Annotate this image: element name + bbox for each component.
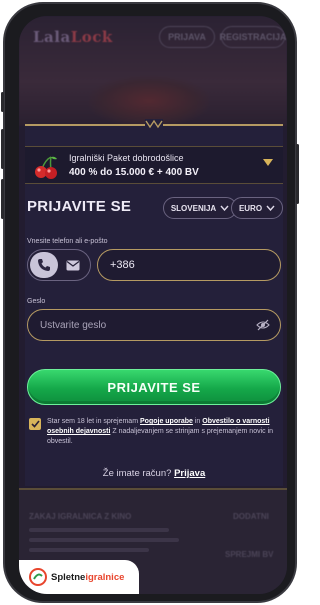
mail-icon [66, 260, 80, 270]
brand-watermark: Spletneigralnice [19, 560, 139, 594]
country-select[interactable]: SLOVENIJA [163, 197, 237, 219]
terms-checkbox[interactable] [29, 418, 41, 430]
submit-login-button[interactable]: PRIJAVITE SE [27, 369, 281, 405]
phone-toggle-button[interactable] [30, 252, 58, 278]
promo-value: 400 % do 15.000 € + 400 BV [69, 167, 199, 178]
currency-select[interactable]: EURO [231, 197, 283, 219]
account-question: Že imate račun? [102, 468, 172, 479]
header-register-button[interactable]: REGISTRACIJA [219, 26, 287, 48]
cherries-icon [35, 156, 57, 179]
brand-name: Spletneigralnice [51, 572, 124, 583]
chevron-down-icon [220, 203, 229, 213]
site-logo[interactable]: LalaLock [33, 28, 113, 46]
terms-text: Star sem 18 let in sprejemam Pogoje upor… [47, 417, 279, 447]
blurred-button: SPREJMI BV [225, 550, 274, 559]
phone-icon [38, 259, 50, 271]
logo-text: Lala [33, 28, 71, 46]
blurred-line [29, 528, 169, 532]
terms-mid: in [194, 418, 201, 425]
existing-account-prompt: Že imate račun? Prijava [25, 468, 283, 479]
phone-side-button [1, 92, 4, 112]
phone-volume-down [1, 179, 4, 219]
login-modal: Igralniški Paket dobrodošlice 400 % do 1… [25, 119, 283, 486]
phone-frame: LalaLock PRIJAVA REGISTRACIJA Igralniški… [1, 2, 299, 603]
contact-field-label: Vnesite telefon ali e-pošto [27, 238, 108, 245]
eye-off-icon[interactable] [256, 319, 270, 334]
phone-input[interactable]: +386 [97, 249, 281, 281]
chevron-down-icon [263, 158, 273, 169]
header-login-button[interactable]: PRIJAVA [159, 26, 215, 48]
logo-text-accent: Lock [70, 28, 113, 46]
page-title: PRIJAVITE SE [27, 198, 132, 215]
promo-title: Igralniški Paket dobrodošlice [69, 153, 184, 163]
brand-name-part2: igralnice [85, 571, 125, 583]
terms-prefix: Star sem 18 let in sprejemam [47, 418, 139, 425]
header-register-label: REGISTRACIJA [219, 32, 287, 42]
contact-type-toggle [27, 249, 91, 281]
checkmark-icon [30, 420, 40, 428]
site-header: LalaLock PRIJAVA REGISTRACIJA [19, 16, 287, 126]
country-select-value: SLOVENIJA [170, 203, 217, 213]
brand-name-part1: Spletne [51, 571, 86, 583]
password-placeholder: Ustvarite geslo [40, 319, 107, 331]
blurred-line [29, 548, 149, 552]
blurred-line [29, 538, 179, 542]
blurred-heading-2: DODATNI [233, 512, 269, 521]
password-field-label: Geslo [27, 298, 46, 305]
email-toggle-button[interactable] [64, 257, 82, 273]
terms-of-use-link[interactable]: Pogoje uporabe [140, 418, 193, 425]
password-input[interactable]: Ustvarite geslo [27, 309, 281, 341]
welcome-package-selector[interactable]: Igralniški Paket dobrodošlice 400 % do 1… [25, 146, 283, 184]
phone-volume-up [1, 129, 4, 169]
ornament-icon [145, 119, 163, 131]
brand-logo-icon [29, 568, 47, 586]
screen: LalaLock PRIJAVA REGISTRACIJA Igralniški… [19, 16, 287, 594]
currency-select-value: EURO [238, 203, 263, 213]
header-login-label: PRIJAVA [168, 32, 206, 42]
submit-login-label: PRIJAVITE SE [107, 379, 201, 395]
blurred-heading: ZAKAJ IGRALNICA Z KINO [29, 512, 132, 521]
phone-power-button [296, 144, 299, 204]
login-link[interactable]: Prijava [174, 468, 205, 479]
chevron-down-icon [266, 203, 275, 213]
phone-prefix: +386 [110, 259, 135, 271]
